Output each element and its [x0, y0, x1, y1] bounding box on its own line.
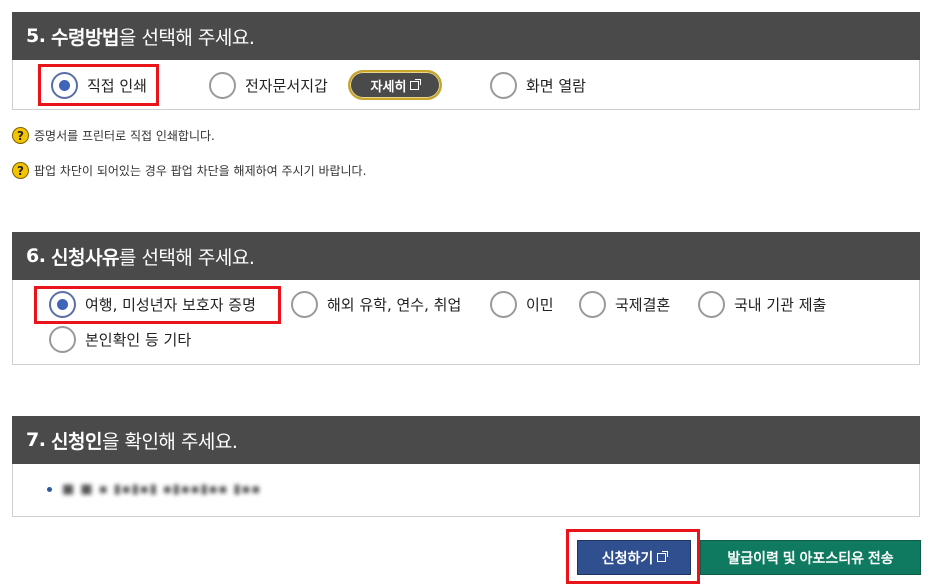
- radio-label: 화면 열람: [526, 77, 586, 95]
- applicant-item: ■ ■ ▪ ▮▪▮▪▮ ▪▮▪▪▮▪▪ ▮▪▪: [47, 482, 261, 497]
- radio-unchecked-icon[interactable]: [490, 291, 517, 318]
- radio-e-wallet[interactable]: 전자문서지갑: [209, 72, 328, 99]
- apply-button-label: 신청하기: [601, 549, 654, 566]
- section-number: 7.: [26, 429, 46, 451]
- radio-label: 여행, 미성년자 보호자 증명: [85, 296, 256, 314]
- section-body: 직접 인쇄 전자문서지갑 자세히 화면 열람: [12, 60, 920, 110]
- radio-reason-marriage[interactable]: 국제결혼: [579, 291, 670, 318]
- section-header: 6. 신청사유 를 선택해 주세요.: [12, 232, 920, 280]
- section-applicant: 7. 신청인 을 확인해 주세요. ■ ■ ▪ ▮▪▮▪▮ ▪▮▪▪▮▪▪ ▮▪▪: [12, 416, 920, 517]
- radio-label: 전자문서지갑: [245, 77, 328, 95]
- radio-screen-view[interactable]: 화면 열람: [490, 72, 586, 99]
- note-text: 증명서를 프린터로 직접 인쇄합니다.: [34, 129, 215, 143]
- radio-print-direct[interactable]: 직접 인쇄: [51, 72, 147, 99]
- radio-checked-icon[interactable]: [51, 72, 78, 99]
- radio-unchecked-icon[interactable]: [698, 291, 725, 318]
- radio-unchecked-icon[interactable]: [49, 326, 76, 353]
- applicant-info-masked: ■ ■ ▪ ▮▪▮▪▮ ▪▮▪▪▮▪▪ ▮▪▪: [62, 482, 262, 497]
- radio-label: 국내 기관 제출: [734, 296, 827, 314]
- section-body: 여행, 미성년자 보호자 증명 해외 유학, 연수, 취업 이민 국제결혼 국내…: [12, 280, 920, 365]
- radio-reason-other[interactable]: 본인확인 등 기타: [49, 326, 191, 353]
- detail-button[interactable]: 자세히: [348, 70, 442, 100]
- section-number: 5.: [26, 25, 46, 47]
- radio-reason-domestic[interactable]: 국내 기관 제출: [698, 291, 826, 318]
- radio-unchecked-icon[interactable]: [579, 291, 606, 318]
- section-header: 7. 신청인 을 확인해 주세요.: [12, 416, 920, 464]
- bullet-icon: [47, 487, 52, 492]
- question-icon: ?: [12, 162, 29, 179]
- radio-reason-study[interactable]: 해외 유학, 연수, 취업: [291, 291, 461, 318]
- send-history-apostille-button[interactable]: 발급이력 및 아포스티유 전송: [700, 540, 921, 575]
- section-header: 5. 수령방법 을 선택해 주세요.: [12, 12, 920, 60]
- section-title-bold: 신청사유: [51, 246, 119, 269]
- radio-label: 본인확인 등 기타: [85, 331, 192, 349]
- question-icon: ?: [12, 127, 29, 144]
- section-number: 6.: [26, 245, 46, 267]
- send-button-label: 발급이력 및 아포스티유 전송: [727, 549, 894, 566]
- note-popup: ? 팝업 차단이 되어있는 경우 팝업 차단을 해제하여 주시기 바랍니다.: [12, 162, 366, 179]
- radio-unchecked-icon[interactable]: [209, 72, 236, 99]
- section-title-rest: 을 선택해 주세요.: [118, 26, 255, 49]
- section-title-rest: 을 확인해 주세요.: [101, 430, 238, 453]
- section-title-bold: 신청인: [51, 430, 102, 453]
- radio-label: 국제결혼: [615, 296, 671, 314]
- radio-unchecked-icon[interactable]: [490, 72, 517, 99]
- radio-label: 직접 인쇄: [87, 77, 147, 95]
- apply-button[interactable]: 신청하기: [577, 540, 691, 575]
- note-text: 팝업 차단이 되어있는 경우 팝업 차단을 해제하여 주시기 바랍니다.: [34, 164, 367, 178]
- radio-unchecked-icon[interactable]: [291, 291, 318, 318]
- detail-button-label: 자세히: [370, 79, 407, 95]
- radio-reason-immigration[interactable]: 이민: [490, 291, 554, 318]
- radio-label: 이민: [526, 296, 554, 314]
- radio-reason-travel[interactable]: 여행, 미성년자 보호자 증명: [49, 291, 256, 318]
- note-print: ? 증명서를 프린터로 직접 인쇄합니다.: [12, 127, 215, 144]
- section-receive-method: 5. 수령방법 을 선택해 주세요. 직접 인쇄 전자문서지갑 자세히 화면 열람: [12, 12, 920, 110]
- radio-checked-icon[interactable]: [49, 291, 76, 318]
- section-title-rest: 를 선택해 주세요.: [118, 246, 255, 269]
- external-link-icon: [410, 78, 422, 90]
- radio-label: 해외 유학, 연수, 취업: [327, 296, 462, 314]
- external-link-icon: [657, 551, 669, 562]
- section-title-bold: 수령방법: [51, 26, 119, 49]
- section-reason: 6. 신청사유 를 선택해 주세요. 여행, 미성년자 보호자 증명 해외 유학,…: [12, 232, 920, 365]
- section-body: ■ ■ ▪ ▮▪▮▪▮ ▪▮▪▪▮▪▪ ▮▪▪: [12, 464, 920, 517]
